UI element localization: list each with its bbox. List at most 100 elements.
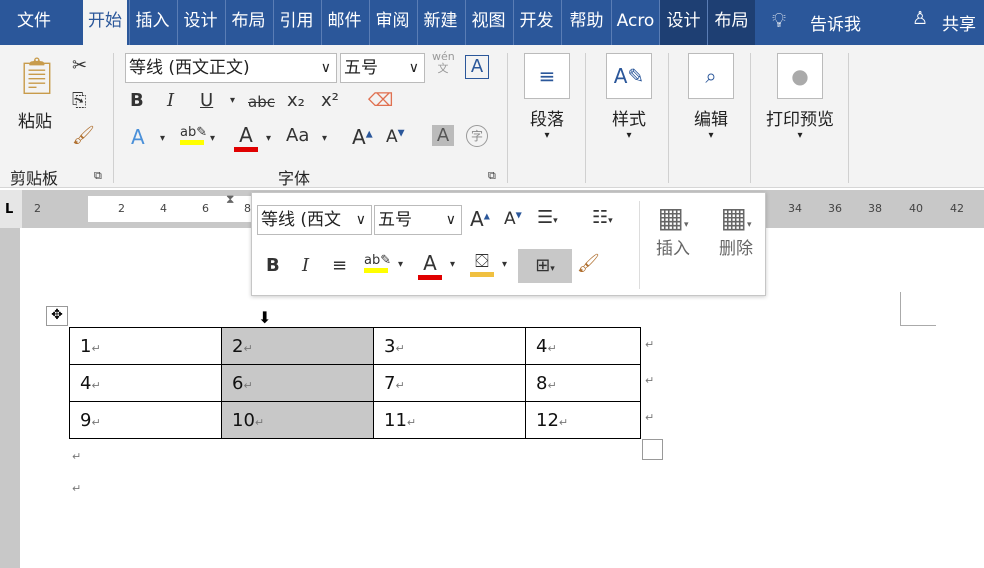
tell-me-button[interactable]: 告诉我 xyxy=(810,10,861,35)
shrink-font-button[interactable]: A▼ xyxy=(386,127,405,147)
font-group-label: 字体 xyxy=(278,169,311,188)
table-cell[interactable]: 3↵ xyxy=(373,327,526,365)
character-border-button[interactable]: A xyxy=(465,55,489,79)
table-row: 9↵ 10↵ 11↵ 12↵ xyxy=(69,401,641,439)
tab-home[interactable]: 开始 xyxy=(83,0,127,45)
table-cell[interactable]: 7↵ xyxy=(373,364,526,402)
table-insert-icon: ▦▾ xyxy=(657,201,689,234)
styles-button[interactable]: A✎ 样式 ▾ xyxy=(604,53,654,141)
mini-font-color-button[interactable]: A xyxy=(418,251,442,280)
mini-shrink-font-button[interactable]: A▼ xyxy=(504,209,522,229)
highlight-button[interactable]: ab✎ xyxy=(180,125,207,145)
mini-font-color-dropdown[interactable]: ▾ xyxy=(450,259,455,270)
change-case-button[interactable]: Aa xyxy=(286,125,309,146)
table-cell[interactable]: 10↵ xyxy=(221,401,374,439)
vertical-ruler[interactable] xyxy=(0,228,20,568)
delete-button[interactable]: ▦▾ 删除 xyxy=(708,201,764,259)
column-select-arrow-icon: ⬇ xyxy=(258,308,272,327)
table-cell[interactable]: 2↵ xyxy=(221,327,374,365)
change-case-dropdown[interactable]: ▾ xyxy=(322,133,327,144)
clipboard-group-label: 剪贴板 xyxy=(10,169,59,188)
table-move-handle[interactable]: ✥ xyxy=(46,306,68,326)
person-icon: ♙ xyxy=(912,8,929,29)
mini-highlight-dropdown[interactable]: ▾ xyxy=(398,259,403,270)
shading-button[interactable]: ⛋ xyxy=(470,251,494,277)
tab-new[interactable]: 新建 xyxy=(417,0,463,45)
font-dialog-launcher-icon[interactable]: ⧉ xyxy=(488,169,496,183)
bold-button[interactable]: B xyxy=(130,90,144,111)
format-painter-icon[interactable]: 🖌︎ xyxy=(72,125,95,146)
tab-review[interactable]: 审阅 xyxy=(369,0,415,45)
tab-acrobat[interactable]: Acro xyxy=(611,0,659,45)
subscript-button[interactable]: x₂ xyxy=(287,90,305,111)
phonetic-guide-button[interactable]: wén 文 xyxy=(432,51,455,75)
tab-table-layout[interactable]: 布局 xyxy=(707,0,755,45)
mini-bold-button[interactable]: B xyxy=(266,255,280,276)
tab-references[interactable]: 引用 xyxy=(273,0,319,45)
enclose-characters-button[interactable]: 字 xyxy=(466,125,488,147)
table-cell[interactable]: 4↵ xyxy=(525,327,641,365)
margin-corner-mark xyxy=(900,292,936,326)
table-cell[interactable]: 12↵ xyxy=(525,401,641,439)
mini-italic-button[interactable]: I xyxy=(302,255,309,276)
tab-insert[interactable]: 插入 xyxy=(129,0,175,45)
table-cell[interactable]: 9↵ xyxy=(69,401,222,439)
indent-marker[interactable]: ⧗ xyxy=(226,192,234,207)
share-button[interactable]: 共享 xyxy=(942,10,976,35)
dialog-launcher-icon[interactable]: ⧉ xyxy=(94,169,102,183)
text-effects-button[interactable]: A xyxy=(131,125,145,149)
tab-design[interactable]: 设计 xyxy=(177,0,223,45)
tab-mailings[interactable]: 邮件 xyxy=(321,0,367,45)
strikethrough-button[interactable]: abc xyxy=(248,93,275,111)
mini-grow-font-button[interactable]: A▲ xyxy=(470,207,490,231)
print-preview-icon: ● xyxy=(777,53,823,99)
table-resize-handle[interactable] xyxy=(642,439,663,460)
tab-layout[interactable]: 布局 xyxy=(225,0,271,45)
mini-highlight-button[interactable]: ab✎ xyxy=(364,253,391,273)
tab-table-design[interactable]: 设计 xyxy=(659,0,707,45)
font-color-dropdown[interactable]: ▾ xyxy=(266,133,271,144)
cut-icon[interactable]: ✂ xyxy=(72,55,87,76)
superscript-button[interactable]: x² xyxy=(321,90,339,111)
paragraph-icon: ≡ xyxy=(524,53,570,99)
font-color-button[interactable]: A xyxy=(234,123,258,152)
copy-icon[interactable]: ⎘ xyxy=(72,90,86,111)
table-cell[interactable]: 4↵ xyxy=(69,364,222,402)
mini-font-size-combo[interactable]: 五号 ∨ xyxy=(374,205,462,235)
table-cell[interactable]: 8↵ xyxy=(525,364,641,402)
highlight-dropdown[interactable]: ▾ xyxy=(210,133,215,144)
tab-stop-selector[interactable]: L xyxy=(0,190,22,228)
table-cell[interactable]: 11↵ xyxy=(373,401,526,439)
table-cell[interactable]: 1↵ xyxy=(69,327,222,365)
text-effects-dropdown[interactable]: ▾ xyxy=(160,133,165,144)
editing-button[interactable]: ⌕ 编辑 ▾ xyxy=(686,53,736,141)
numbering-button[interactable]: ☷▾ xyxy=(592,207,613,228)
ribbon: 📋︎ 粘贴 ✂ ⎘ 🖌︎ 剪贴板 ⧉ 等线 (西文正文) ∨ 五号 ∨ wén 文 A… xyxy=(0,45,984,188)
borders-button[interactable]: ⊞▾ xyxy=(518,249,572,283)
table-row: 1↵ 2↵ 3↵ 4↵ xyxy=(69,327,641,365)
underline-dropdown[interactable]: ▾ xyxy=(230,95,235,106)
print-preview-button[interactable]: ● 打印预览 ▾ xyxy=(760,53,840,141)
paragraph-button[interactable]: ≡ 段落 ▾ xyxy=(522,53,572,141)
table-row: 4↵ 6↵ 7↵ 8↵ xyxy=(69,364,641,402)
shading-dropdown[interactable]: ▾ xyxy=(502,259,507,270)
mini-font-name-combo[interactable]: 等线 (西文 ∨ xyxy=(257,205,372,235)
mini-format-painter-icon[interactable]: 🖌︎ xyxy=(577,253,600,274)
italic-button[interactable]: I xyxy=(167,90,174,111)
search-icon: ⌕ xyxy=(688,53,734,99)
tab-file[interactable]: 文件 xyxy=(0,0,68,45)
bullets-button[interactable]: ☰▾ xyxy=(537,207,558,228)
underline-button[interactable]: U xyxy=(200,90,213,111)
insert-button[interactable]: ▦▾ 插入 xyxy=(648,201,698,259)
grow-font-button[interactable]: A▲ xyxy=(352,125,373,149)
tab-help[interactable]: 帮助 xyxy=(561,0,611,45)
font-name-combo[interactable]: 等线 (西文正文) ∨ xyxy=(125,53,337,83)
center-button[interactable]: ≡ xyxy=(332,255,347,276)
character-shading-button[interactable]: A xyxy=(432,125,454,146)
clear-formatting-icon[interactable]: ⌫ xyxy=(368,90,393,111)
paste-button[interactable]: 粘贴 xyxy=(10,107,60,132)
tab-view[interactable]: 视图 xyxy=(465,0,511,45)
tab-developer[interactable]: 开发 xyxy=(513,0,559,45)
table-cell[interactable]: 6↵ xyxy=(221,364,374,402)
font-size-combo[interactable]: 五号 ∨ xyxy=(340,53,425,83)
